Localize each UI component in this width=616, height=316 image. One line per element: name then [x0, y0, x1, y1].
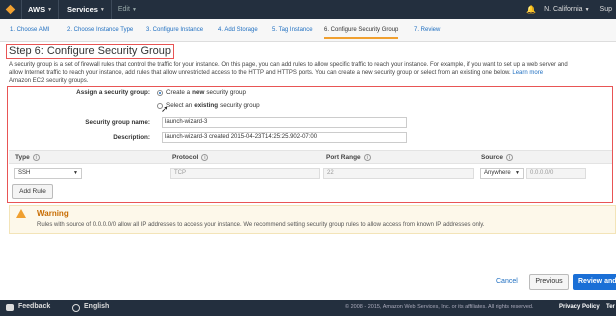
- security-group-config-box: [7, 86, 613, 203]
- chevron-down-icon: ▼: [73, 170, 78, 176]
- option-emphasis: new: [192, 89, 205, 96]
- wizard-step-instance-type[interactable]: 2. Choose Instance Type: [67, 27, 133, 33]
- description-line: Amazon EC2 security groups.: [9, 78, 89, 84]
- services-menu[interactable]: Services: [67, 5, 98, 14]
- cancel-button[interactable]: Cancel: [496, 278, 518, 285]
- option-text: Select an: [166, 102, 193, 109]
- rule-port-range-field: 22: [323, 168, 474, 179]
- feedback-link[interactable]: Feedback: [18, 303, 50, 310]
- aws-brand[interactable]: AWS: [28, 5, 45, 14]
- bell-icon[interactable]: 🔔: [526, 5, 536, 14]
- chevron-down-icon: ▼: [47, 6, 53, 13]
- nav-divider: [21, 0, 22, 19]
- privacy-policy-link[interactable]: Privacy Policy: [559, 304, 600, 310]
- terms-link[interactable]: Ter: [606, 304, 615, 310]
- mouse-cursor-icon: ➚: [161, 104, 169, 114]
- aws-cube-icon[interactable]: [5, 4, 16, 15]
- learn-more-link[interactable]: Learn more: [512, 70, 543, 76]
- description-label: Description:: [113, 134, 150, 141]
- info-icon[interactable]: i: [32, 154, 40, 161]
- info-icon[interactable]: i: [363, 154, 371, 161]
- language-selector[interactable]: English: [84, 303, 109, 310]
- column-header-source: Source i: [481, 154, 514, 161]
- assign-security-group-label: Assign a security group:: [76, 89, 150, 96]
- globe-icon[interactable]: [72, 304, 80, 312]
- copyright-text: © 2008 - 2015, Amazon Web Services, Inc.…: [345, 304, 534, 310]
- option-emphasis: existing: [194, 102, 219, 109]
- create-new-security-group-option[interactable]: Create a new security group: [157, 89, 246, 96]
- support-menu[interactable]: Sup: [600, 6, 612, 13]
- security-group-name-label: Security group name:: [85, 119, 150, 126]
- wizard-step-add-storage[interactable]: 4. Add Storage: [218, 27, 258, 33]
- warning-text: Rules with source of 0.0.0.0/0 allow all…: [37, 222, 485, 228]
- chevron-down-icon: ▼: [131, 6, 137, 13]
- rule-source-value: Anywhere: [484, 170, 511, 176]
- footer-bar: Feedback English © 2008 - 2015, Amazon W…: [0, 300, 616, 316]
- description-input[interactable]: launch-wizard-3 created 2015-04-23T14:25…: [162, 132, 407, 143]
- radio-button[interactable]: [157, 89, 163, 96]
- page-description: A security group is a set of firewall ru…: [9, 61, 616, 85]
- warning-banner: Warning Rules with source of 0.0.0.0/0 a…: [9, 205, 616, 234]
- rule-protocol-field: TCP: [170, 168, 320, 179]
- wizard-step-configure-instance[interactable]: 3. Configure Instance: [146, 27, 203, 33]
- feedback-icon[interactable]: [6, 304, 14, 311]
- page-title: Step 6: Configure Security Group: [6, 44, 175, 59]
- column-header-port-range: Port Range i: [326, 154, 371, 161]
- wizard-step-tag-instance[interactable]: 5. Tag Instance: [272, 27, 313, 33]
- option-text: security group: [220, 102, 260, 109]
- nav-divider: [110, 0, 112, 19]
- wizard-step-choose-ami[interactable]: 1. Choose AMI: [10, 27, 49, 33]
- warning-title: Warning: [37, 209, 69, 218]
- rule-source-cidr-input[interactable]: 0.0.0.0/0: [526, 168, 586, 179]
- security-group-name-input[interactable]: launch-wizard-3: [162, 117, 407, 128]
- wizard-steps: 1. Choose AMI 2. Choose Instance Type 3.…: [0, 19, 616, 42]
- option-text: Create a: [166, 89, 191, 96]
- wizard-step-security-group[interactable]: 6. Configure Security Group: [324, 27, 399, 39]
- description-text: allow Internet traffic to reach your ins…: [9, 70, 511, 76]
- info-icon[interactable]: i: [506, 154, 514, 161]
- chevron-down-icon: ▼: [99, 6, 105, 13]
- rule-source-select[interactable]: Anywhere ▼: [480, 168, 524, 179]
- region-selector[interactable]: N. California ▼: [544, 6, 589, 13]
- warning-icon: [16, 209, 26, 218]
- rules-table-header: Type i Protocol i Port Range i Source i: [9, 150, 612, 164]
- rule-type-select[interactable]: SSH ▼: [14, 168, 82, 179]
- column-header-type: Type i: [15, 154, 40, 161]
- add-rule-button[interactable]: Add Rule: [12, 184, 53, 199]
- info-icon[interactable]: i: [201, 154, 209, 161]
- chevron-down-icon: ▼: [584, 7, 590, 13]
- wizard-step-review[interactable]: 7. Review: [414, 27, 440, 33]
- nav-divider: [58, 0, 60, 19]
- column-header-protocol: Protocol i: [172, 154, 209, 161]
- top-nav-bar: AWS ▼ Services ▼ Edit ▼ 🔔 N. California ▼…: [0, 0, 616, 19]
- description-line: allow Internet traffic to reach your ins…: [9, 69, 616, 77]
- description-line: A security group is a set of firewall ru…: [9, 62, 568, 68]
- edit-menu[interactable]: Edit: [118, 6, 130, 13]
- previous-button[interactable]: Previous: [529, 274, 569, 290]
- review-and-launch-button[interactable]: Review and: [573, 274, 616, 290]
- chevron-down-icon: ▼: [515, 170, 520, 176]
- select-existing-security-group-option[interactable]: Select an existing security group: [157, 102, 260, 109]
- option-text: security group: [206, 89, 246, 96]
- rule-type-value: SSH: [18, 170, 31, 176]
